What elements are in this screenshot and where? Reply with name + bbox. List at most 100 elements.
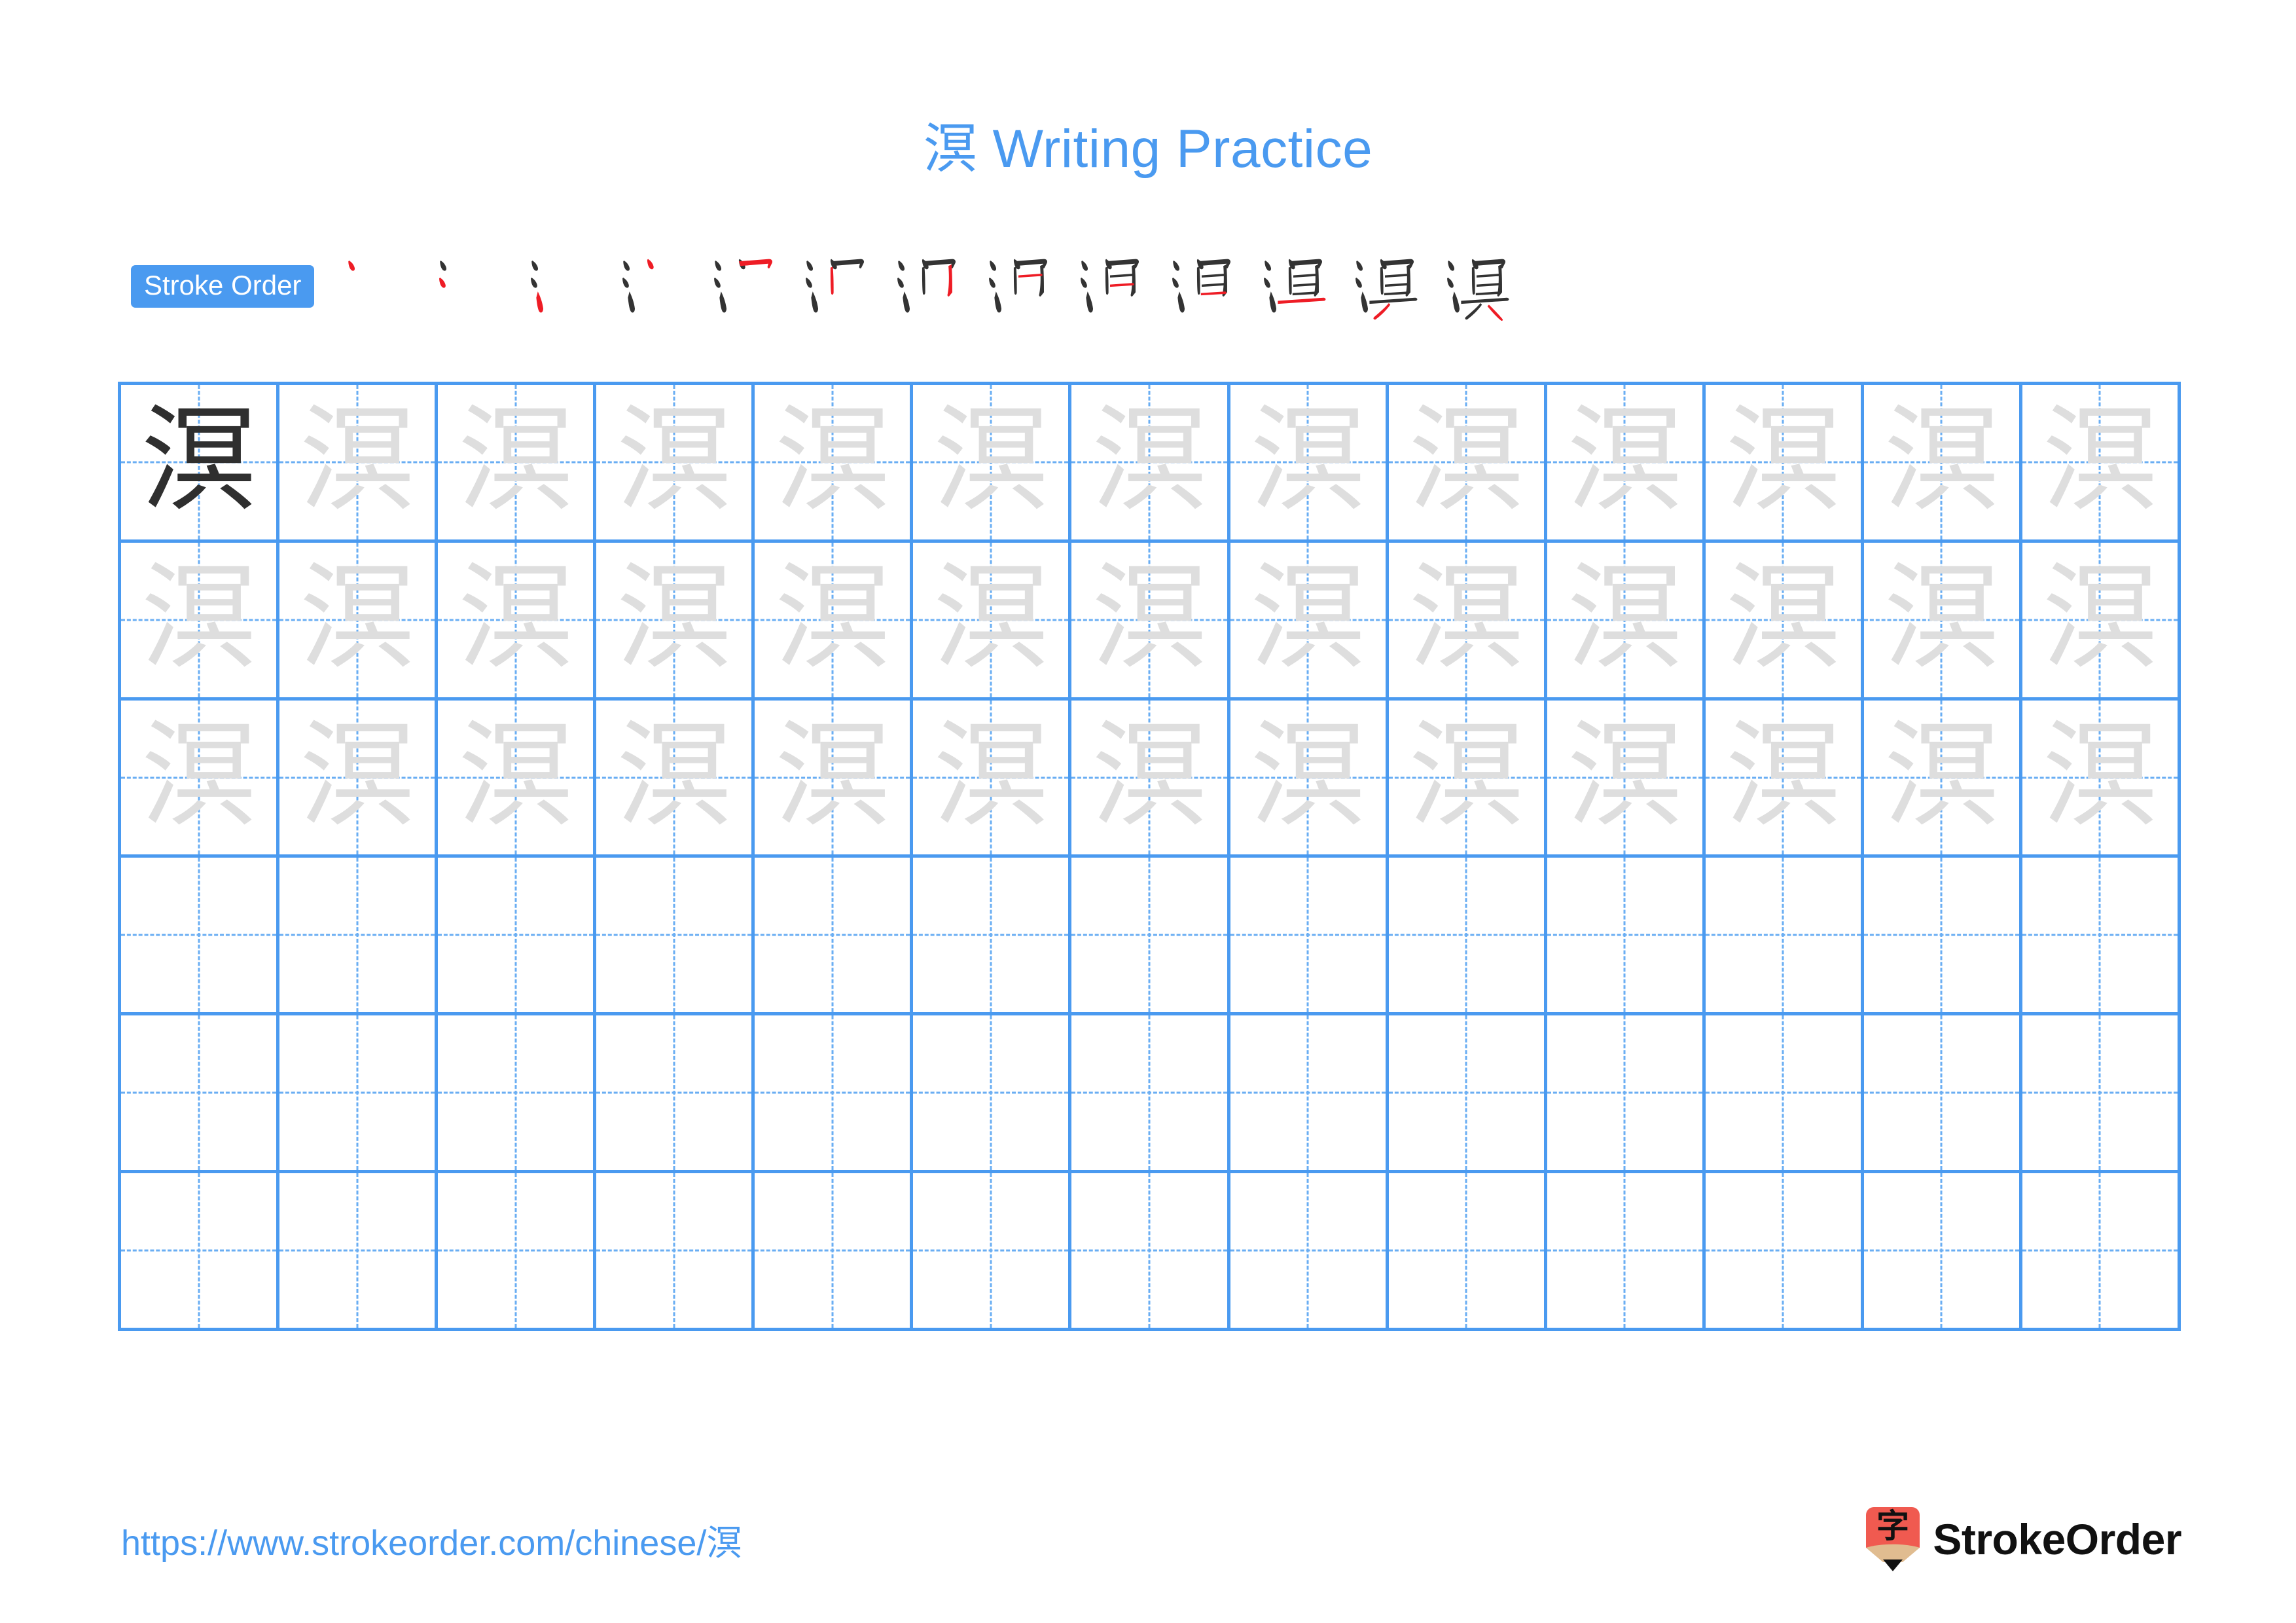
practice-cell-r4-c12[interactable] (1863, 858, 2022, 1016)
practice-cell-r2-c12[interactable]: 溟 (1863, 542, 2022, 701)
practice-cell-r4-c7[interactable] (1071, 858, 1230, 1016)
practice-cell-r3-c4[interactable]: 溟 (596, 700, 755, 858)
practice-cell-r6-c13[interactable] (2022, 1173, 2181, 1331)
practice-cell-r2-c4[interactable]: 溟 (596, 542, 755, 701)
practice-cell-r5-c10[interactable] (1547, 1015, 1706, 1174)
practice-cell-r6-c2[interactable] (279, 1173, 439, 1331)
practice-cell-r6-c6[interactable] (913, 1173, 1072, 1331)
practice-cell-r2-c7[interactable]: 溟 (1071, 542, 1230, 701)
practice-cell-r3-c13[interactable]: 溟 (2022, 700, 2181, 858)
practice-cell-r4-c9[interactable] (1388, 858, 1547, 1016)
practice-cell-r2-c2[interactable]: 溟 (279, 542, 439, 701)
practice-cell-r1-c3[interactable]: 溟 (438, 385, 597, 543)
footer-logo[interactable]: 字 StrokeOrder (1866, 1503, 2181, 1575)
practice-cell-r1-c4[interactable]: 溟 (596, 385, 755, 543)
practice-cell-r6-c3[interactable] (438, 1173, 597, 1331)
practice-cell-r6-c11[interactable] (1705, 1173, 1864, 1331)
practice-cell-r2-c1[interactable]: 溟 (121, 542, 280, 701)
practice-cell-r6-c7[interactable] (1071, 1173, 1230, 1331)
stroke-order-frame-8 (973, 244, 1064, 329)
practice-cell-r4-c2[interactable] (279, 858, 439, 1016)
practice-cell-r5-c12[interactable] (1863, 1015, 2022, 1174)
practice-cell-r3-c10[interactable]: 溟 (1547, 700, 1706, 858)
practice-cell-r6-c4[interactable] (596, 1173, 755, 1331)
practice-cell-r1-c2[interactable]: 溟 (279, 385, 439, 543)
practice-cell-r6-c5[interactable] (755, 1173, 914, 1331)
blank-cell-area (1547, 1015, 1702, 1170)
practice-cell-r6-c12[interactable] (1863, 1173, 2022, 1331)
practice-cell-r5-c5[interactable] (755, 1015, 914, 1174)
practice-cell-r5-c2[interactable] (279, 1015, 439, 1174)
practice-cell-r1-c9[interactable]: 溟 (1388, 385, 1547, 543)
stroke-order-badge: Stroke Order (131, 264, 315, 308)
practice-cell-r4-c4[interactable] (596, 858, 755, 1016)
practice-cell-r1-c11[interactable]: 溟 (1705, 385, 1864, 543)
practice-cell-r3-c1[interactable]: 溟 (121, 700, 280, 858)
practice-cell-r4-c13[interactable] (2022, 858, 2181, 1016)
stroke-11 (1461, 297, 1509, 304)
practice-cell-r3-c8[interactable]: 溟 (1230, 700, 1389, 858)
stroke-2 (989, 278, 996, 288)
practice-cell-r1-c1[interactable]: 溟 (121, 385, 280, 543)
practice-cell-r1-c7[interactable]: 溟 (1071, 385, 1230, 543)
practice-cell-r2-c10[interactable]: 溟 (1547, 542, 1706, 701)
practice-cell-r3-c9[interactable]: 溟 (1388, 700, 1547, 858)
blank-cell-area (913, 1173, 1068, 1328)
practice-cell-r5-c13[interactable] (2022, 1015, 2181, 1174)
stroke-2 (714, 278, 721, 288)
practice-cell-r5-c3[interactable] (438, 1015, 597, 1174)
practice-grid: 溟溟溟溟溟溟溟溟溟溟溟溟溟溟溟溟溟溟溟溟溟溟溟溟溟溟溟溟溟溟溟溟溟溟溟溟溟溟溟 (118, 382, 2181, 1331)
practice-cell-r5-c1[interactable] (121, 1015, 280, 1174)
practice-cell-r5-c11[interactable] (1705, 1015, 1864, 1174)
practice-cell-r2-c9[interactable]: 溟 (1388, 542, 1547, 701)
practice-cell-r5-c6[interactable] (913, 1015, 1072, 1174)
practice-cell-r3-c12[interactable]: 溟 (1863, 700, 2022, 858)
practice-cell-r3-c6[interactable]: 溟 (913, 700, 1072, 858)
blank-cell-area (1230, 1173, 1386, 1328)
stroke-3 (994, 291, 1002, 313)
blank-cell-area (438, 1173, 593, 1328)
practice-cell-r4-c6[interactable] (913, 858, 1072, 1016)
practice-cell-r3-c2[interactable]: 溟 (279, 700, 439, 858)
trace-character: 溟 (1250, 550, 1366, 685)
practice-cell-r6-c10[interactable] (1547, 1173, 1706, 1331)
stroke-8 (1202, 274, 1227, 278)
practice-cell-r4-c3[interactable] (438, 858, 597, 1016)
practice-cell-r1-c8[interactable]: 溟 (1230, 385, 1389, 543)
practice-cell-r3-c3[interactable]: 溟 (438, 700, 597, 858)
practice-cell-r1-c13[interactable]: 溟 (2022, 385, 2181, 543)
practice-cell-r2-c3[interactable]: 溟 (438, 542, 597, 701)
practice-cell-r2-c13[interactable]: 溟 (2022, 542, 2181, 701)
practice-cell-r3-c7[interactable]: 溟 (1071, 700, 1230, 858)
practice-cell-r4-c8[interactable] (1230, 858, 1389, 1016)
practice-cell-r5-c4[interactable] (596, 1015, 755, 1174)
practice-cell-r4-c10[interactable] (1547, 858, 1706, 1016)
footer-url-link[interactable]: https://www.strokeorder.com/chinese/溟 (121, 1514, 742, 1565)
practice-cell-r1-c5[interactable]: 溟 (755, 385, 914, 543)
practice-cell-r1-c10[interactable]: 溟 (1547, 385, 1706, 543)
practice-cell-r4-c5[interactable] (755, 858, 914, 1016)
practice-cell-r2-c8[interactable]: 溟 (1230, 542, 1389, 701)
trace-character: 溟 (141, 708, 257, 843)
practice-cell-r3-c5[interactable]: 溟 (755, 700, 914, 858)
practice-cell-r5-c7[interactable] (1071, 1015, 1230, 1174)
practice-cell-r4-c1[interactable] (121, 858, 280, 1016)
practice-cell-r2-c6[interactable]: 溟 (913, 542, 1072, 701)
practice-cell-r6-c1[interactable] (121, 1173, 280, 1331)
stroke-diagram (1447, 259, 1509, 321)
practice-cell-r2-c11[interactable]: 溟 (1705, 542, 1864, 701)
pencil-tip (1883, 1559, 1903, 1571)
practice-cell-r6-c9[interactable] (1388, 1173, 1547, 1331)
practice-cell-r3-c11[interactable]: 溟 (1705, 700, 1864, 858)
practice-cell-r5-c8[interactable] (1230, 1015, 1389, 1174)
practice-cell-r1-c12[interactable]: 溟 (1863, 385, 2022, 543)
practice-cell-r4-c11[interactable] (1705, 858, 1864, 1016)
stroke-diagram (531, 261, 544, 313)
trace-character: 溟 (933, 708, 1049, 843)
practice-cell-r1-c6[interactable]: 溟 (913, 385, 1072, 543)
practice-cell-r2-c5[interactable]: 溟 (755, 542, 914, 701)
practice-cell-r5-c9[interactable] (1388, 1015, 1547, 1174)
blank-cell-area (279, 1015, 435, 1170)
practice-cell-r6-c8[interactable] (1230, 1173, 1389, 1331)
stroke-9 (1110, 283, 1135, 287)
